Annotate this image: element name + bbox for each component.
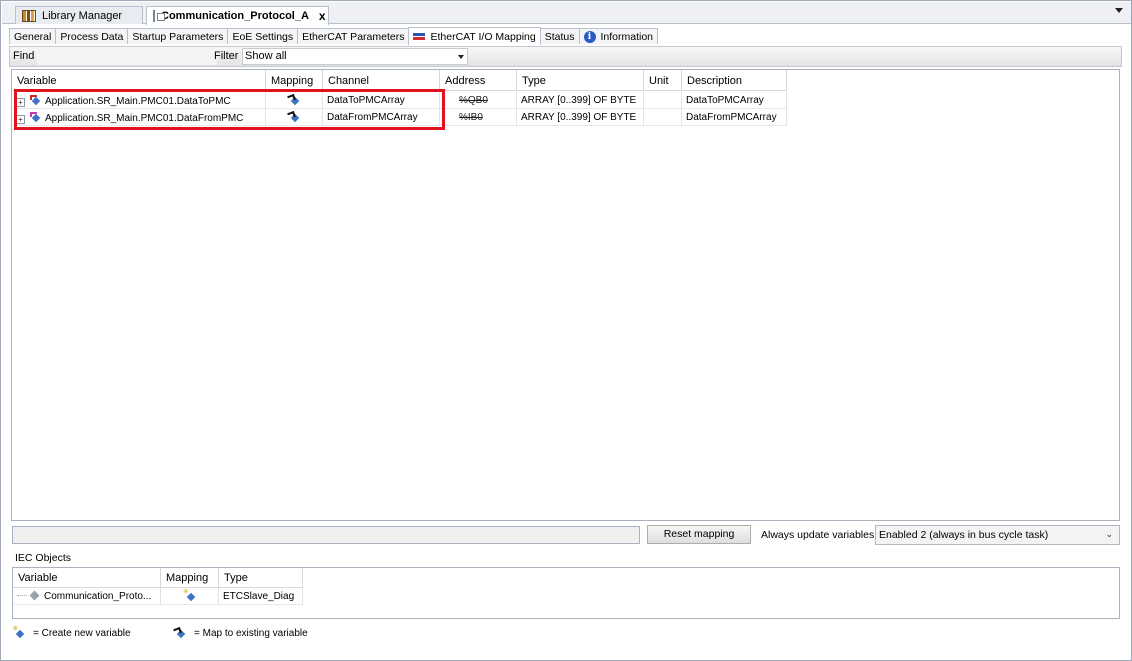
legend-map-existing-label: = Map to existing variable (194, 628, 308, 639)
legend-create-new-label: = Create new variable (33, 628, 131, 639)
table-row[interactable]: + Application.SR_Main.PMC01.DataToPMC Dat… (12, 92, 787, 109)
input-variable-icon (30, 112, 41, 123)
iec-column-header-variable[interactable]: Variable (13, 568, 161, 588)
chevron-down-icon: ⌄ (1105, 529, 1113, 539)
tab-process-data[interactable]: Process Data (55, 28, 129, 44)
column-header-type[interactable]: Type (517, 70, 644, 91)
tab-library-manager-label: Library Manager (42, 9, 123, 22)
device-icon (153, 10, 165, 22)
iec-column-header-type[interactable]: Type (219, 568, 303, 588)
output-variable-icon (30, 95, 41, 106)
iec-type-cell: ETCSlave_Diag (219, 588, 303, 605)
library-icon (22, 9, 36, 22)
map-existing-icon (288, 95, 300, 106)
description-cell: DataToPMCArray (682, 92, 787, 109)
chevron-down-icon (458, 55, 464, 59)
legend-create-new: = Create new variable (12, 624, 131, 639)
tab-library-manager[interactable]: Library Manager (15, 6, 143, 24)
unit-cell (644, 109, 682, 126)
find-label: Find (13, 50, 35, 62)
column-header-channel[interactable]: Channel (323, 70, 440, 91)
tab-information[interactable]: i Information (578, 28, 659, 44)
variable-cell[interactable]: + Application.SR_Main.PMC01.DataToPMC (12, 92, 266, 109)
iec-variable-cell[interactable]: Communication_Proto... (13, 588, 161, 605)
table-row[interactable]: Communication_Proto... ETCSlave_Diag (13, 588, 303, 605)
grid-header: Variable Mapping Channel Address Type Un… (12, 70, 787, 91)
find-filter-bar: Find Filter Show all (9, 46, 1122, 67)
column-header-unit[interactable]: Unit (644, 70, 682, 91)
tab-startup-parameters-label: Startup Parameters (132, 30, 224, 43)
tab-status[interactable]: Status (539, 28, 580, 44)
tab-list-dropdown-icon[interactable] (1115, 8, 1123, 13)
tab-process-data-label: Process Data (60, 30, 124, 43)
tab-startup-parameters[interactable]: Startup Parameters (127, 28, 229, 44)
expand-icon[interactable]: + (16, 98, 25, 107)
mapping-cell[interactable] (266, 109, 323, 126)
table-row[interactable]: + Application.SR_Main.PMC01.DataFromPMC D… (12, 109, 787, 126)
channel-cell: DataFromPMCArray (323, 109, 440, 126)
type-cell: ARRAY [0..399] OF BYTE (517, 109, 644, 126)
create-new-variable-icon (183, 588, 196, 602)
type-cell: ARRAY [0..399] OF BYTE (517, 92, 644, 109)
iec-objects-title: IEC Objects (15, 552, 72, 564)
editor-tab-strip: General Process Data Startup Parameters … (9, 27, 659, 45)
document-tab-strip: Library Manager Communication_Protocol_A… (2, 2, 1131, 25)
info-icon: i (583, 30, 596, 43)
tree-line (17, 595, 27, 596)
io-mapping-grid[interactable]: Variable Mapping Channel Address Type Un… (11, 69, 1120, 521)
variable-name: Application.SR_Main.PMC01.DataFromPMC (45, 113, 244, 124)
iec-grid-header: Variable Mapping Type (13, 568, 303, 588)
description-cell: DataFromPMCArray (682, 109, 787, 126)
variable-name: Application.SR_Main.PMC01.DataToPMC (45, 96, 231, 107)
tab-ethercat-parameters-label: EtherCAT Parameters (302, 30, 405, 43)
object-icon (29, 590, 40, 601)
address-cell: %IB0 (440, 109, 517, 126)
tab-general-label: General (14, 30, 52, 43)
column-header-mapping[interactable]: Mapping (266, 70, 323, 91)
tab-ethercat-io-mapping-label: EtherCAT I/O Mapping (430, 30, 536, 43)
address-cell: %QB0 (440, 92, 517, 109)
map-existing-icon (288, 112, 300, 123)
iec-variable-name: Communication_Proto... (44, 591, 152, 602)
tab-status-label: Status (544, 30, 575, 43)
always-update-value: Enabled 2 (always in bus cycle task) (879, 529, 1049, 541)
iec-mapping-cell[interactable] (161, 588, 219, 605)
tab-ethercat-parameters[interactable]: EtherCAT Parameters (297, 28, 410, 44)
channel-cell: DataToPMCArray (323, 92, 440, 109)
find-input[interactable] (37, 48, 217, 65)
column-header-variable[interactable]: Variable (12, 70, 266, 91)
filter-select[interactable]: Show all (242, 48, 468, 65)
always-update-select[interactable]: Enabled 2 (always in bus cycle task) ⌄ (875, 525, 1120, 545)
tab-eoe-settings-label: EoE Settings (232, 30, 294, 43)
address-value: %IB0 (459, 112, 483, 123)
mapping-cell[interactable] (266, 92, 323, 109)
filter-label: Filter (214, 50, 239, 62)
variable-cell[interactable]: + Application.SR_Main.PMC01.DataFromPMC (12, 109, 266, 126)
tab-ethercat-io-mapping[interactable]: EtherCAT I/O Mapping (408, 27, 541, 45)
column-header-description[interactable]: Description (682, 70, 787, 91)
iec-objects-grid[interactable]: Variable Mapping Type Communication_Prot… (12, 567, 1120, 619)
tab-general[interactable]: General (9, 28, 57, 44)
filter-select-value: Show all (245, 50, 287, 62)
address-value: %QB0 (459, 95, 488, 106)
close-icon[interactable]: x (319, 9, 326, 23)
iec-column-header-mapping[interactable]: Mapping (161, 568, 219, 588)
tab-communication-protocol[interactable]: Communication_Protocol_A x (146, 6, 329, 25)
column-header-address[interactable]: Address (440, 70, 517, 91)
tab-communication-protocol-label: Communication_Protocol_A (161, 10, 309, 22)
expand-icon[interactable]: + (16, 115, 25, 124)
status-progress-bar (12, 526, 640, 544)
unit-cell (644, 92, 682, 109)
legend-map-existing: = Map to existing variable (174, 628, 308, 639)
tab-information-label: Information (600, 30, 654, 43)
editor-window: Library Manager Communication_Protocol_A… (0, 0, 1132, 661)
ethercat-icon (413, 32, 426, 41)
always-update-label: Always update variables: (761, 529, 878, 541)
tab-eoe-settings[interactable]: EoE Settings (227, 28, 299, 44)
create-new-variable-icon (12, 624, 25, 639)
map-existing-icon (174, 628, 186, 639)
reset-mapping-button[interactable]: Reset mapping (647, 525, 751, 544)
